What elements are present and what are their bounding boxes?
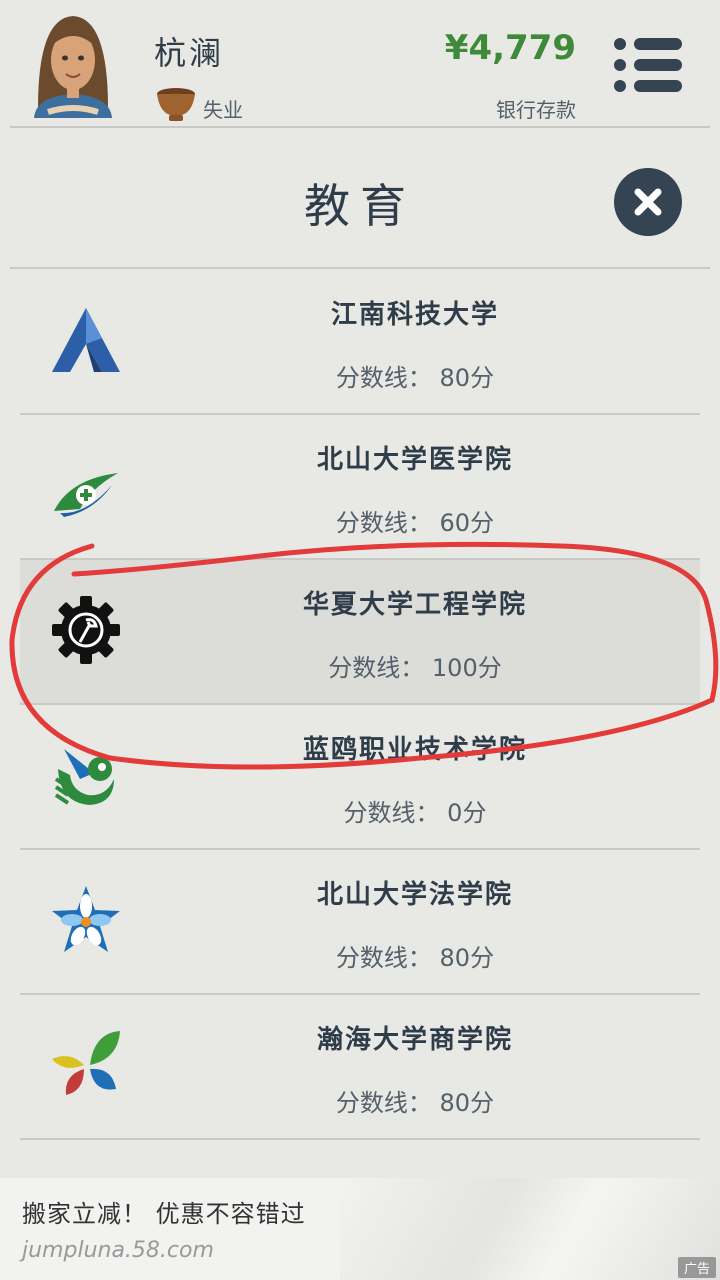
- score-line: 分数线： 80分: [335, 944, 495, 972]
- school-name: 北山大学医学院: [316, 445, 513, 475]
- close-icon: [634, 188, 662, 216]
- player-name: 杭澜: [154, 34, 225, 72]
- school-name: 瀚海大学商学院: [316, 1025, 513, 1055]
- leaves-logo-icon: [52, 1031, 120, 1095]
- ad-badge[interactable]: 广告: [677, 1257, 716, 1278]
- school-item[interactable]: 蓝鸥职业技术学院 分数线： 0分: [20, 705, 700, 850]
- score-line: 分数线： 100分: [328, 654, 502, 682]
- gear-wrench-icon: [52, 596, 120, 664]
- bank-balance: ¥4,779: [444, 28, 576, 68]
- avatar[interactable]: [28, 8, 118, 118]
- star-flower-logo-icon: [52, 886, 120, 952]
- score-line: 分数线： 60分: [335, 509, 495, 537]
- page-title: 教育: [304, 179, 416, 233]
- school-name: 蓝鸥职业技术学院: [302, 735, 527, 765]
- school-item[interactable]: 华夏大学工程学院 分数线： 100分: [20, 560, 700, 705]
- school-item[interactable]: 北山大学法学院 分数线： 80分: [20, 850, 700, 995]
- school-name: 江南科技大学: [330, 300, 499, 330]
- school-name: 华夏大学工程学院: [302, 590, 527, 620]
- medical-cross-logo-icon: [54, 473, 118, 517]
- title-divider: [10, 267, 710, 269]
- school-item[interactable]: 江南科技大学 分数线： 80分: [20, 270, 700, 415]
- school-item[interactable]: 北山大学医学院 分数线： 60分: [20, 415, 700, 560]
- menu-button[interactable]: [612, 36, 684, 94]
- school-item[interactable]: 瀚海大学商学院 分数线： 80分: [20, 995, 700, 1140]
- triangle-logo-icon: [52, 308, 120, 372]
- school-list: 江南科技大学 分数线： 80分 北山大学医学院 分数线： 60分 华夏大学工程学…: [20, 270, 700, 1140]
- close-button[interactable]: [614, 168, 682, 236]
- status-header: 杭澜 失业 ¥4,779 银行存款: [0, 0, 720, 128]
- ad-background: [340, 1178, 720, 1280]
- job-status: 失业: [203, 98, 243, 122]
- ad-url: jumpluna.58.com: [22, 1238, 214, 1263]
- bank-balance-label: 银行存款: [496, 98, 576, 122]
- header-divider: [10, 126, 710, 128]
- bird-logo-icon: [54, 749, 114, 805]
- school-name: 北山大学法学院: [316, 880, 513, 910]
- score-line: 分数线： 80分: [335, 1089, 495, 1117]
- score-line: 分数线： 0分: [343, 799, 487, 827]
- ad-banner[interactable]: 搬家立减！ 优惠不容错过 jumpluna.58.com 广告: [0, 1178, 720, 1280]
- bowl-icon: [157, 88, 195, 121]
- score-line: 分数线： 80分: [335, 364, 495, 392]
- ad-text: 搬家立减！ 优惠不容错过: [22, 1200, 306, 1228]
